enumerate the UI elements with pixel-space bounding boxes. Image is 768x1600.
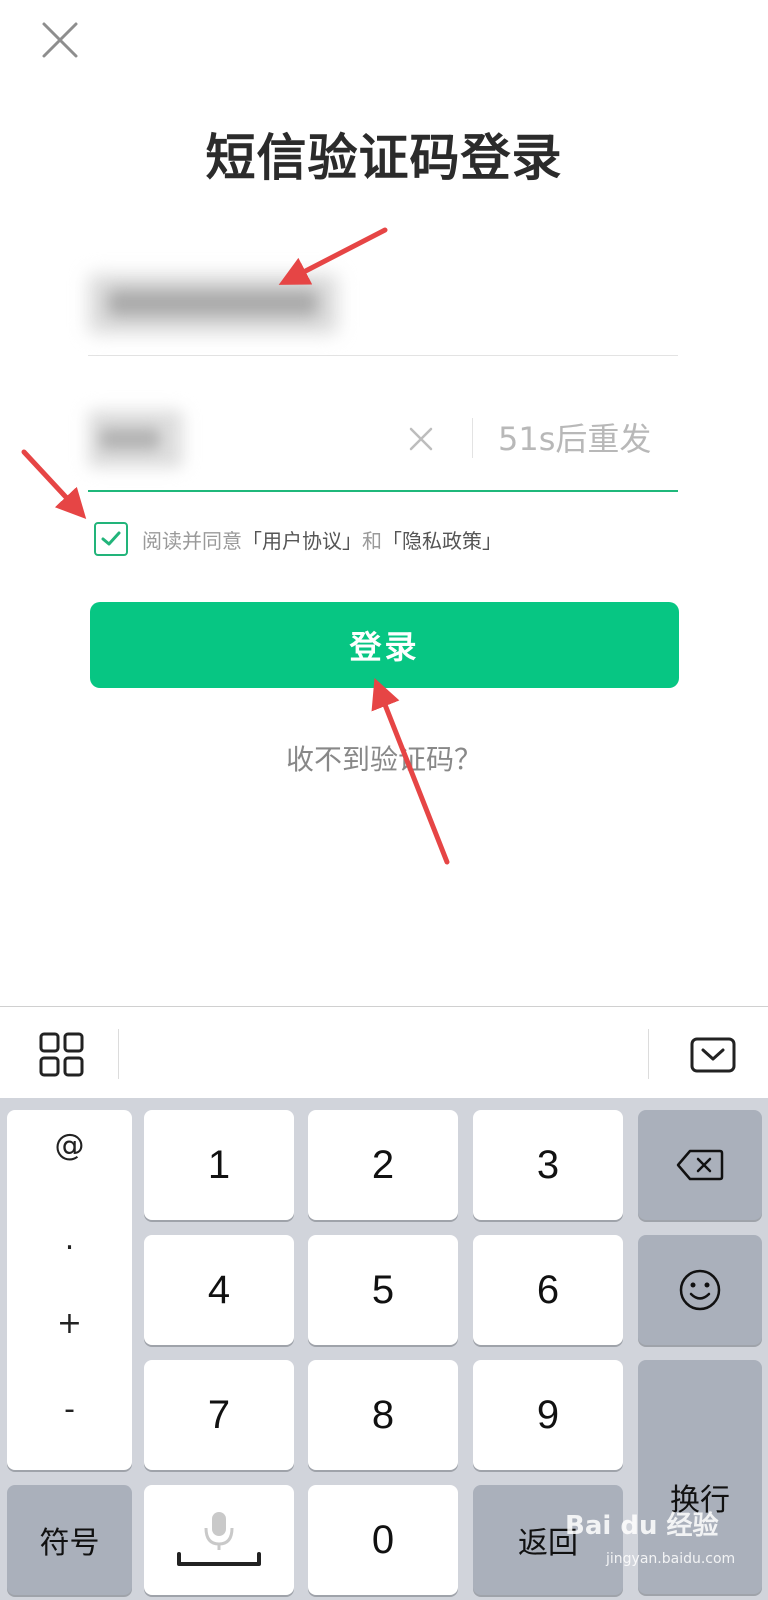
close-icon[interactable] bbox=[38, 18, 82, 62]
page-title: 短信验证码登录 bbox=[205, 129, 563, 187]
annotation-arrow bbox=[21, 449, 87, 519]
backspace-key[interactable] bbox=[638, 1110, 762, 1220]
agreement-prefix: 阅读并同意 bbox=[142, 528, 242, 553]
phone-number-field[interactable] bbox=[88, 250, 678, 356]
backspace-icon bbox=[676, 1149, 724, 1181]
keyboard-hide-icon[interactable] bbox=[690, 1037, 736, 1073]
watermark-url: jingyan.baidu.com bbox=[606, 1551, 736, 1567]
key-6[interactable]: 6 bbox=[473, 1235, 623, 1345]
key-1[interactable]: 1 bbox=[144, 1110, 294, 1220]
field-divider bbox=[472, 418, 473, 458]
verification-code-field[interactable]: 51s后重发 bbox=[88, 400, 678, 492]
microphone-icon bbox=[177, 1512, 261, 1566]
keyboard-toolbar bbox=[0, 1006, 768, 1098]
login-button[interactable]: 登录 bbox=[90, 602, 679, 688]
agreement-text: 阅读并同意「用户协议」和「隐私政策」 bbox=[142, 525, 502, 554]
toolbar-divider bbox=[648, 1029, 649, 1079]
check-icon bbox=[101, 531, 121, 546]
agreement-checkbox[interactable] bbox=[94, 522, 128, 556]
no-code-link[interactable]: 收不到验证码？ bbox=[0, 738, 768, 778]
symbol-key[interactable]: - bbox=[7, 1392, 132, 1427]
emoji-key[interactable] bbox=[638, 1235, 762, 1345]
key-5[interactable]: 5 bbox=[308, 1235, 458, 1345]
key-2[interactable]: 2 bbox=[308, 1110, 458, 1220]
symbols-key[interactable]: 符号 bbox=[7, 1485, 132, 1595]
user-agreement-link[interactable]: 「用户协议」 bbox=[242, 529, 362, 553]
key-4[interactable]: 4 bbox=[144, 1235, 294, 1345]
grid-icon[interactable] bbox=[38, 1031, 88, 1079]
key-3[interactable]: 3 bbox=[473, 1110, 623, 1220]
voice-key[interactable] bbox=[144, 1485, 294, 1595]
watermark-brand: Bai du 经验 bbox=[565, 1511, 719, 1541]
key-0[interactable]: 0 bbox=[308, 1485, 458, 1595]
key-8[interactable]: 8 bbox=[308, 1360, 458, 1470]
emoji-icon bbox=[679, 1269, 721, 1311]
symbol-key[interactable]: + bbox=[7, 1306, 132, 1341]
symbol-key[interactable]: @ bbox=[7, 1128, 132, 1163]
toolbar-divider bbox=[118, 1029, 119, 1079]
symbol-panel: @ . + - bbox=[7, 1110, 132, 1470]
redacted-code-text bbox=[100, 428, 160, 450]
privacy-policy-link[interactable]: 「隐私政策」 bbox=[382, 529, 502, 553]
agreement-and: 和 bbox=[362, 528, 382, 553]
key-9[interactable]: 9 bbox=[473, 1360, 623, 1470]
symbol-key[interactable]: . bbox=[7, 1222, 132, 1257]
redacted-phone-number-text bbox=[108, 290, 318, 316]
agreement-row: 阅读并同意「用户协议」和「隐私政策」 bbox=[94, 522, 502, 556]
clear-icon[interactable] bbox=[406, 424, 436, 454]
resend-countdown: 51s后重发 bbox=[498, 420, 652, 458]
key-7[interactable]: 7 bbox=[144, 1360, 294, 1470]
